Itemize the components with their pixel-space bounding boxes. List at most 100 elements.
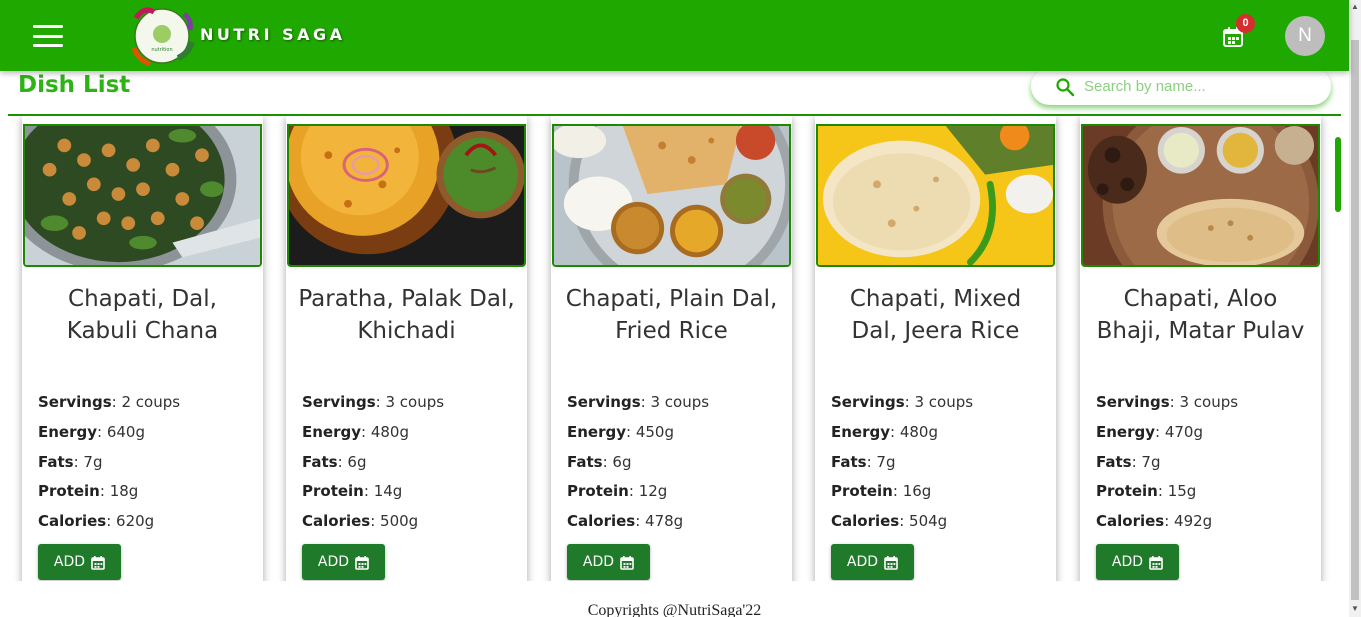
add-to-plan-button[interactable]: ADD [302, 544, 385, 580]
search-input[interactable] [1084, 75, 1314, 97]
calories-label: Calories [302, 512, 371, 531]
calendar-icon [620, 555, 634, 570]
protein-label: Protein [302, 482, 364, 501]
fats-value: 7g [83, 452, 103, 471]
energy-value: 470g [1164, 422, 1203, 441]
dish-name: Chapati, Plain Dal, Fried Rice [565, 286, 778, 344]
calories-value: 492g [1174, 512, 1213, 531]
footer-copyright: Copyrights @NutriSaga'22 [587, 602, 762, 617]
user-avatar[interactable]: N [1285, 16, 1325, 56]
add-to-plan-button[interactable]: ADD [831, 544, 914, 580]
calories-label: Calories [38, 512, 107, 531]
calories-value: 504g [909, 512, 948, 531]
servings-value: 3 coups [914, 393, 974, 411]
fats-value: 7g [876, 452, 896, 471]
protein-value: 16g [902, 482, 932, 501]
energy-label: Energy [831, 422, 891, 441]
add-label: ADD [53, 554, 86, 570]
fats-label: Fats [1096, 452, 1132, 471]
menu-icon[interactable] [33, 25, 63, 47]
calendar-count-badge: 0 [1236, 14, 1255, 33]
servings-label: Servings [567, 393, 641, 411]
servings-value: 3 coups [1179, 393, 1239, 411]
calendar-icon [355, 555, 369, 570]
calories-value: 500g [380, 512, 419, 531]
nutrition-facts: Servings: 2 coups Energy: 640g Fats: 7g … [38, 393, 181, 531]
dish-image [816, 124, 1055, 267]
nutrition-facts: Servings: 3 coups Energy: 470g Fats: 7g … [1096, 393, 1239, 531]
protein-value: 18g [109, 482, 139, 501]
dish-card: Chapati, Mixed Dal, Jeera Rice Servings:… [815, 116, 1056, 581]
dish-image [23, 124, 262, 267]
servings-label: Servings [38, 393, 112, 411]
fats-label: Fats [831, 452, 867, 471]
energy-label: Energy [567, 422, 627, 441]
dish-card: Chapati, Plain Dal, Fried Rice Servings:… [551, 116, 792, 581]
app-bar: nutrition NUTRI SAGA 0 N [0, 0, 1349, 71]
calories-value: 478g [645, 512, 684, 531]
calories-label: Calories [567, 512, 636, 531]
dish-list: Chapati, Dal, Kabuli Chana Servings: 2 c… [0, 116, 1349, 581]
dish-name: Chapati, Mixed Dal, Jeera Rice [849, 286, 1022, 344]
add-label: ADD [582, 554, 615, 570]
calendar-icon [91, 555, 105, 570]
page-scrollbar-thumb[interactable] [1351, 40, 1359, 600]
energy-label: Energy [1096, 422, 1156, 441]
scroll-up-arrow-icon[interactable]: ▲ [1351, 2, 1359, 11]
list-scrollbar-thumb[interactable] [1335, 137, 1341, 212]
scroll-down-arrow-icon[interactable]: ▼ [1351, 604, 1359, 613]
add-label: ADD [846, 554, 879, 570]
dish-card: Paratha, Palak Dal, Khichadi Servings: 3… [286, 116, 527, 581]
add-label: ADD [1111, 554, 1144, 570]
nutrition-facts: Servings: 3 coups Energy: 480g Fats: 6g … [302, 393, 445, 531]
fats-value: 7g [1141, 452, 1161, 471]
fats-label: Fats [567, 452, 603, 471]
dish-name: Chapati, Dal, Kabuli Chana [66, 286, 219, 344]
calories-label: Calories [831, 512, 900, 531]
nutrition-facts: Servings: 3 coups Energy: 480g Fats: 7g … [831, 393, 974, 531]
protein-label: Protein [38, 482, 100, 501]
energy-value: 450g [635, 422, 674, 441]
add-label: ADD [317, 554, 350, 570]
dish-name: Chapati, Aloo Bhaji, Matar Pulav [1096, 286, 1305, 344]
fats-label: Fats [38, 452, 74, 471]
brand-name: NUTRI SAGA [200, 25, 346, 44]
energy-label: Energy [38, 422, 98, 441]
add-to-plan-button[interactable]: ADD [1096, 544, 1179, 580]
fats-label: Fats [302, 452, 338, 471]
svg-text:nutrition: nutrition [151, 47, 172, 53]
servings-label: Servings [1096, 393, 1170, 411]
protein-value: 15g [1167, 482, 1197, 501]
page-title: Dish List [18, 72, 131, 98]
servings-value: 3 coups [385, 393, 445, 411]
dish-card: Chapati, Dal, Kabuli Chana Servings: 2 c… [22, 116, 263, 581]
servings-label: Servings [302, 393, 376, 411]
search-icon [1056, 78, 1075, 97]
calories-value: 620g [116, 512, 155, 531]
brand-logo[interactable]: nutrition [130, 4, 198, 67]
dish-name: Paratha, Palak Dal, Khichadi [298, 286, 515, 344]
page: nutrition NUTRI SAGA 0 N Dish List Searc… [0, 0, 1361, 617]
dish-image [1081, 124, 1320, 267]
servings-value: 2 coups [121, 393, 181, 411]
energy-value: 480g [370, 422, 409, 441]
add-to-plan-button[interactable]: ADD [38, 544, 121, 580]
energy-label: Energy [302, 422, 362, 441]
search-box [1031, 68, 1331, 105]
energy-value: 480g [899, 422, 938, 441]
protein-value: 12g [638, 482, 668, 501]
calories-label: Calories [1096, 512, 1165, 531]
dish-image [552, 124, 791, 267]
fats-value: 6g [347, 452, 367, 471]
dish-card: Chapati, Aloo Bhaji, Matar Pulav Serving… [1080, 116, 1321, 581]
energy-value: 640g [106, 422, 145, 441]
fats-value: 6g [612, 452, 632, 471]
nutrition-facts: Servings: 3 coups Energy: 450g Fats: 6g … [567, 393, 710, 531]
servings-value: 3 coups [650, 393, 710, 411]
calendar-icon [884, 555, 898, 570]
servings-label: Servings [831, 393, 905, 411]
calendar-icon [1149, 555, 1163, 570]
add-to-plan-button[interactable]: ADD [567, 544, 650, 580]
protein-label: Protein [567, 482, 629, 501]
dish-image [287, 124, 526, 267]
